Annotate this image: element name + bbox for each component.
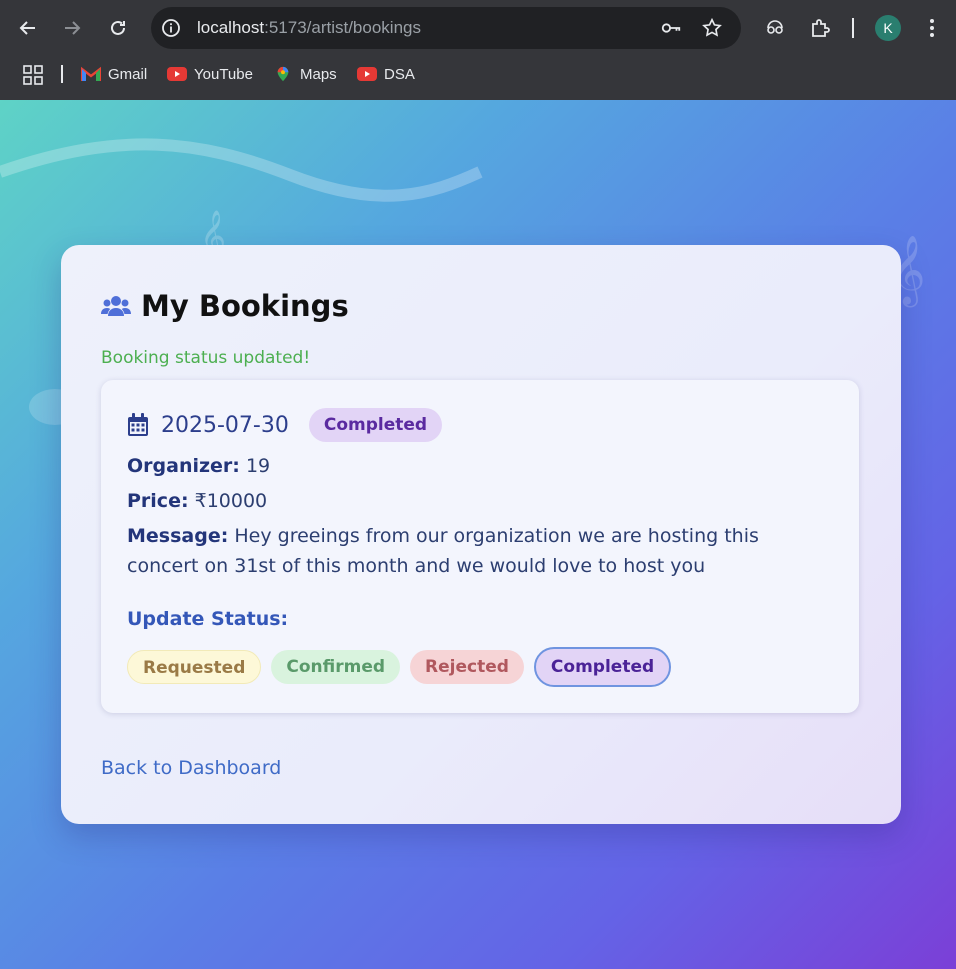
page-title: My Bookings — [101, 289, 349, 323]
bookmark-maps[interactable]: Maps — [273, 63, 337, 85]
page-background: 𝄞 𝄞 My Bookings Booking status updated! — [0, 100, 956, 969]
status-buttons: Requested Confirmed Rejected Completed — [127, 647, 672, 687]
extensions-puzzle-icon[interactable] — [809, 16, 833, 40]
organizer-row: Organizer: 19 — [127, 451, 270, 481]
booking-card: 2025-07-30 Completed Organizer: 19 Price… — [101, 380, 859, 713]
youtube-icon — [167, 67, 187, 81]
reload-icon[interactable] — [102, 12, 134, 44]
address-bar[interactable]: localhost:5173/artist/bookings — [151, 7, 741, 49]
price-row: Price: ₹10000 — [127, 486, 267, 516]
back-to-dashboard-link[interactable]: Back to Dashboard — [101, 757, 281, 779]
site-info-icon[interactable] — [161, 18, 181, 38]
toolbar-divider — [852, 18, 854, 38]
booking-date: 2025-07-30 — [161, 412, 289, 438]
completed-button[interactable]: Completed — [533, 647, 672, 687]
browser-toolbar: localhost:5173/artist/bookings K — [0, 0, 956, 57]
confirmed-button[interactable]: Confirmed — [271, 650, 401, 684]
page-heading: My Bookings — [141, 289, 349, 323]
booking-header: 2025-07-30 Completed — [127, 408, 443, 442]
organizer-label: Organizer: — [127, 455, 240, 477]
bookmarks-bar: Gmail YouTube Maps DSA — [0, 57, 956, 100]
status-badge: Completed — [308, 408, 443, 442]
status-update-message: Booking status updated! — [101, 348, 311, 368]
kebab-menu-icon[interactable] — [922, 16, 942, 40]
apps-grid-icon[interactable] — [23, 65, 43, 85]
bookmarks-divider — [61, 65, 63, 83]
bookings-card: My Bookings Booking status updated! 2025… — [61, 245, 901, 824]
youtube-icon — [357, 67, 377, 81]
extension-cloud-icon[interactable] — [763, 16, 787, 40]
profile-avatar[interactable]: K — [875, 15, 901, 41]
bookmark-youtube[interactable]: YouTube — [167, 63, 253, 85]
price-label: Price: — [127, 490, 189, 512]
organizer-value: 19 — [245, 455, 271, 477]
forward-arrow-icon[interactable] — [56, 12, 88, 44]
back-arrow-icon[interactable] — [12, 12, 44, 44]
maps-icon — [277, 66, 289, 82]
bookmark-gmail[interactable]: Gmail — [81, 63, 147, 85]
bookmark-star-icon[interactable] — [701, 17, 723, 39]
message-label: Message: — [127, 525, 229, 547]
gmail-icon — [81, 66, 101, 81]
rejected-button[interactable]: Rejected — [410, 650, 524, 684]
price-value: ₹10000 — [194, 490, 268, 512]
message-row: Message: Hey greeings from our organizat… — [127, 521, 827, 581]
update-status-label: Update Status: — [127, 608, 289, 630]
calendar-icon — [128, 413, 148, 436]
password-key-icon[interactable] — [660, 17, 682, 39]
requested-button[interactable]: Requested — [127, 650, 262, 684]
url-text: localhost:5173/artist/bookings — [197, 18, 421, 37]
bookmark-dsa[interactable]: DSA — [357, 63, 415, 85]
users-icon — [101, 296, 131, 316]
